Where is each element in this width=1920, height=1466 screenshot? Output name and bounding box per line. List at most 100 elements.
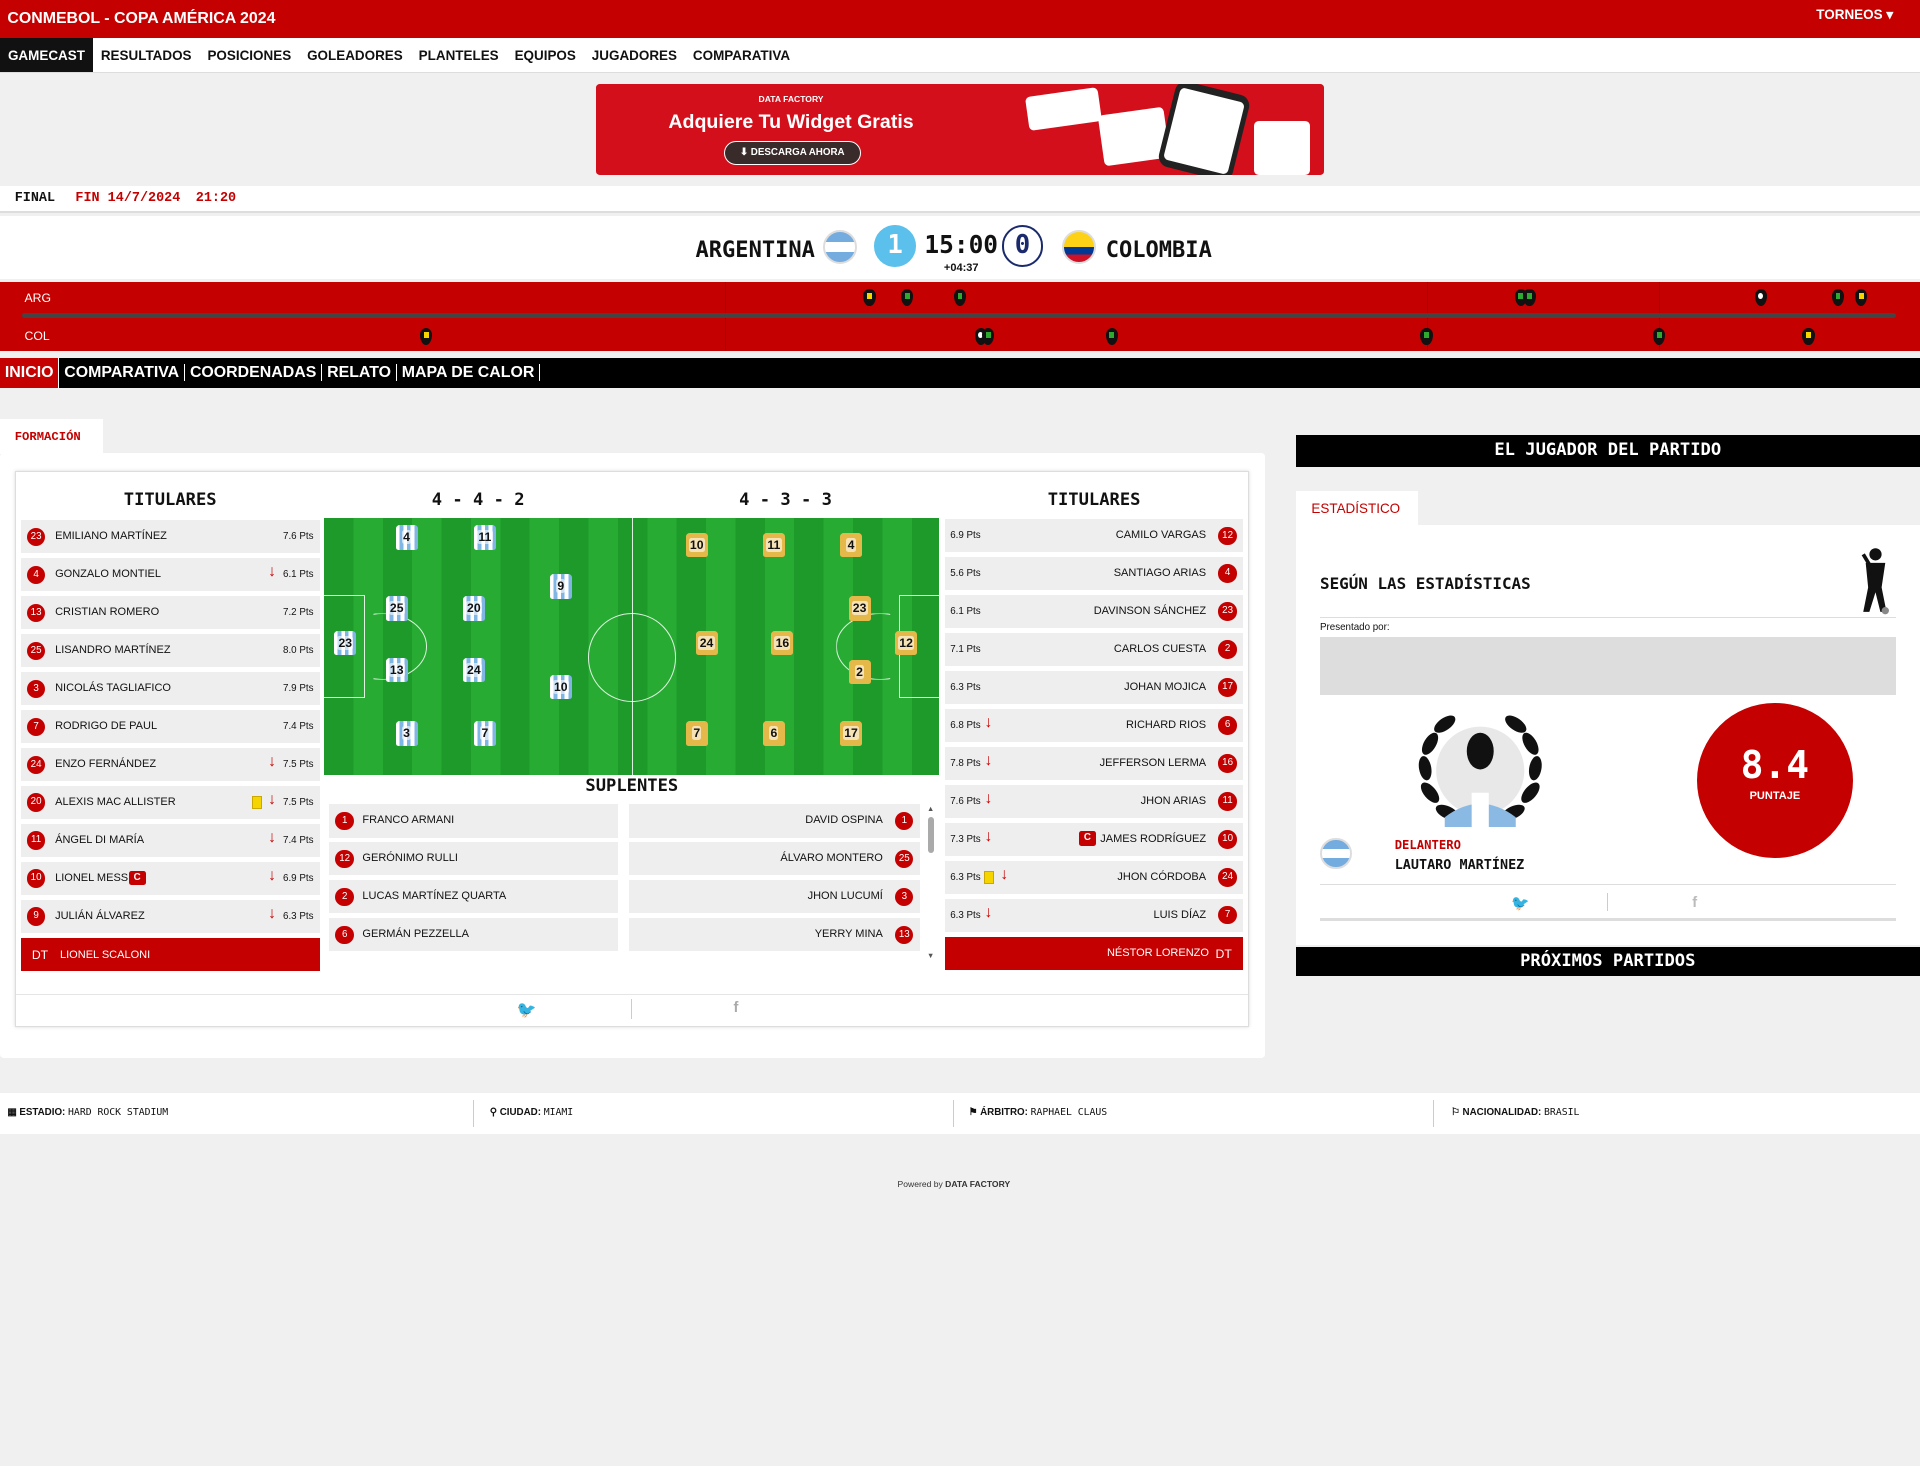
sub-row[interactable]: 6 GERMÁN PEZZELLA (329, 918, 619, 952)
sub-row[interactable]: JHON LUCUMÍ 3 (629, 880, 920, 914)
substitution-icon[interactable] (1523, 288, 1536, 307)
nav-gamecast[interactable]: GAMECAST (0, 37, 93, 73)
player-row[interactable]: 6.3 Pts ↓ JHON CÓRDOBA 24 (945, 860, 1243, 894)
subs-scrollbar[interactable]: ▲ ▼ (927, 804, 937, 963)
shirt-number: 9 (556, 579, 566, 594)
away-coach-row[interactable]: NÉSTOR LORENZO DT (945, 936, 1243, 970)
yellow-card-icon[interactable] (1802, 328, 1815, 346)
player-row[interactable]: 9 JULIÁN ÁLVAREZ ↓ 6.3 Pts (20, 900, 320, 934)
player-row[interactable]: 6.3 Pts JOHAN MOJICA 17 (945, 671, 1243, 705)
tab-formacion[interactable]: FORMACIÓN (0, 418, 103, 455)
player-row[interactable]: 6.9 Pts CAMILO VARGAS 12 (945, 519, 1243, 553)
yellow-card-icon[interactable] (863, 288, 876, 307)
tab-mapa-de-calor[interactable]: MAPA DE CALOR (397, 364, 541, 382)
substitution-icon[interactable] (901, 288, 914, 307)
player-row[interactable]: 6.3 Pts ↓ LUIS DÍAZ 7 (945, 898, 1243, 932)
widget-banner[interactable]: DATA FACTORY Adquiere Tu Widget Gratis ⬇… (596, 84, 1324, 176)
player-row[interactable]: 24 ENZO FERNÁNDEZ ↓ 7.5 Pts (20, 748, 320, 782)
tab-estadistico[interactable]: ESTADÍSTICO (1295, 491, 1418, 526)
player-shirt-marker[interactable]: 24 (695, 630, 718, 656)
player-row[interactable]: 4 GONZALO MONTIEL ↓ 6.1 Pts (20, 558, 320, 592)
player-shirt-marker[interactable]: 2 (848, 659, 871, 685)
nav-resultados[interactable]: RESULTADOS (93, 38, 200, 73)
player-shirt-marker[interactable]: 12 (895, 630, 918, 656)
player-shirt-marker[interactable]: 17 (839, 721, 863, 746)
player-row[interactable]: 7.6 Pts ↓ JHON ARIAS 11 (945, 784, 1243, 818)
yellow-card-icon[interactable] (420, 328, 433, 346)
substitution-icon[interactable] (1105, 328, 1118, 346)
tab-inicio[interactable]: INICIO (0, 357, 60, 389)
player-row[interactable]: 25 LISANDRO MARTÍNEZ 8.0 Pts (20, 634, 320, 668)
player-row[interactable]: 10 LIONEL MESSI C ↓ 6.9 Pts (20, 862, 320, 896)
player-row[interactable]: 7.1 Pts CARLOS CUESTA 2 (945, 633, 1243, 667)
nav-planteles[interactable]: PLANTELES (411, 38, 507, 73)
home-coach-name: LIONEL SCALONI (59, 948, 151, 961)
rating-down-arrow-icon: ↓ (984, 789, 993, 807)
sub-row[interactable]: ÁLVARO MONTERO 25 (629, 842, 920, 876)
player-number: 7 (26, 717, 46, 736)
substitution-icon[interactable] (1420, 328, 1433, 346)
substitution-icon[interactable] (982, 328, 995, 346)
sub-row[interactable]: 1 FRANCO ARMANI (329, 804, 619, 838)
player-shirt-marker[interactable]: 10 (685, 532, 708, 558)
player-shirt-marker[interactable]: 16 (771, 630, 794, 656)
yellow-card-icon[interactable] (1855, 288, 1868, 307)
player-row[interactable]: 23 EMILIANO MARTÍNEZ 7.6 Pts (20, 520, 320, 554)
tab-comparativa[interactable]: COMPARATIVA (59, 364, 186, 382)
banner-download-button[interactable]: ⬇ DESCARGA AHORA (723, 140, 861, 166)
player-row[interactable]: 11 ÁNGEL DI MARÍA ↓ 7.4 Pts (20, 824, 320, 858)
player-row[interactable]: 3 NICOLÁS TAGLIAFICO 7.9 Pts (20, 672, 320, 706)
substitution-icon[interactable] (953, 288, 967, 307)
substitutes-list[interactable]: 1 FRANCO ARMANI 12 GERÓNIMO RULLI 2 LUCAS MAR… (329, 804, 922, 969)
player-row[interactable]: 7 RODRIGO DE PAUL 7.4 Pts (20, 710, 320, 744)
player-shirt-marker[interactable]: 9 (549, 574, 572, 599)
player-shirt-marker[interactable]: 11 (473, 525, 496, 550)
nav-comparativa[interactable]: COMPARATIVA (685, 38, 798, 73)
player-shirt-marker[interactable]: 11 (762, 532, 785, 558)
player-row[interactable]: 20 ALEXIS MAC ALLISTER ↓ 7.5 Pts (20, 786, 320, 820)
player-row[interactable]: 7.8 Pts ↓ JEFFERSON LERMA 16 (945, 746, 1243, 780)
nav-goleadores[interactable]: GOLEADORES (299, 38, 411, 73)
twitter-icon[interactable]: 🐦 (1511, 894, 1529, 912)
player-row[interactable]: 6.1 Pts DAVINSON SÁNCHEZ 23 (945, 595, 1243, 629)
twitter-icon[interactable]: 🐦 (517, 1000, 537, 1020)
nav-jugadores[interactable]: JUGADORES (584, 38, 685, 73)
nav-equipos[interactable]: EQUIPOS (507, 38, 584, 73)
player-shirt-marker[interactable]: 6 (762, 721, 785, 746)
sub-row[interactable]: 12 GERÓNIMO RULLI (329, 842, 619, 876)
player-shirt-marker[interactable]: 24 (462, 657, 485, 683)
player-row[interactable]: 7.3 Pts ↓ C JAMES RODRÍGUEZ 10 (945, 822, 1243, 856)
torneos-dropdown[interactable]: TORNEOS ▾ (1816, 7, 1893, 23)
player-shirt-marker[interactable]: 3 (395, 721, 418, 746)
player-shirt-marker[interactable]: 25 (385, 596, 408, 621)
player-shirt-marker[interactable]: 20 (462, 596, 485, 621)
nav-posiciones[interactable]: POSICIONES (199, 38, 299, 73)
substitution-icon[interactable] (1831, 288, 1845, 307)
player-shirt-marker[interactable]: 7 (473, 721, 496, 746)
facebook-icon[interactable]: f (733, 1000, 738, 1016)
player-shirt-marker[interactable]: 13 (385, 657, 408, 683)
sub-row[interactable]: YERRY MINA 13 (629, 918, 920, 952)
player-shirt-marker[interactable]: 4 (839, 532, 863, 558)
player-shirt-marker[interactable]: 23 (334, 630, 357, 656)
player-row[interactable]: 5.6 Pts SANTIAGO ARIAS 4 (945, 557, 1243, 591)
away-starters-header: TITULARES (1047, 489, 1141, 510)
player-shirt-marker[interactable]: 7 (685, 721, 708, 746)
facebook-icon[interactable]: f (1692, 895, 1697, 911)
substitution-icon[interactable] (1653, 328, 1666, 346)
sub-row[interactable]: 2 LUCAS MARTÍNEZ QUARTA (329, 880, 619, 914)
home-team-name: ARGENTINA (695, 237, 815, 263)
player-shirt-marker[interactable]: 23 (848, 596, 871, 621)
player-shirt-marker[interactable]: 4 (395, 525, 418, 550)
powered-by[interactable]: Powered by DATA FACTORY (898, 1179, 1011, 1189)
tab-coordenadas[interactable]: COORDENADAS (185, 364, 323, 382)
player-row[interactable]: 13 CRISTIAN ROMERO 7.2 Pts (20, 596, 320, 630)
goal-ball-icon[interactable] (1754, 288, 1767, 307)
banner-phone-image (1156, 84, 1252, 176)
player-row[interactable]: 6.8 Pts ↓ RICHARD RIOS 6 (945, 708, 1243, 743)
player-shirt-marker[interactable]: 10 (549, 674, 572, 700)
shirt-number: 13 (388, 662, 405, 677)
home-coach-row[interactable]: DT LIONEL SCALONI (20, 937, 320, 971)
tab-relato[interactable]: RELATO (322, 364, 397, 382)
sub-row[interactable]: DAVID OSPINA 1 (629, 804, 920, 838)
